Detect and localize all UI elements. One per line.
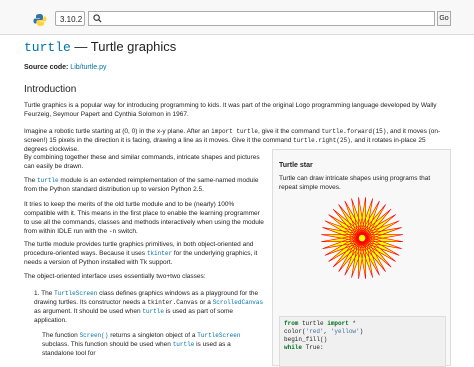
sidebar-text: Turtle can draw intricate shapes using p… xyxy=(279,175,431,191)
text: The xyxy=(24,177,38,184)
text: returns a singleton object of a xyxy=(108,332,198,339)
sidebar-title: Turtle star xyxy=(279,162,313,169)
turtlescreen-link[interactable]: TurtleScreen xyxy=(54,290,97,297)
turtle-star-image xyxy=(321,197,404,279)
python-logo-icon[interactable] xyxy=(33,13,47,27)
text: The function xyxy=(42,332,80,339)
paragraph-reimplementation: The turtle module is an extended reimple… xyxy=(24,176,264,194)
search-input[interactable] xyxy=(88,11,435,26)
turtle-star-sidebar: Turtle star Turtle can draw intricate sh… xyxy=(272,149,451,367)
paragraph-oo-interface: The object-oriented interface uses essen… xyxy=(24,273,206,280)
code-text: color( xyxy=(284,328,306,335)
inline-code: import turtle xyxy=(211,128,258,135)
code-string: 'yellow' xyxy=(330,328,360,335)
scrolledcanvas-link[interactable]: ScrolledCanvas xyxy=(213,299,263,306)
screen-function-link[interactable]: Screen() xyxy=(80,332,109,339)
code-keyword: while xyxy=(284,344,303,351)
turtle-module-link[interactable]: turtle xyxy=(37,177,59,184)
paragraph-combining: By combining together these and similar … xyxy=(24,154,260,170)
text: switch. xyxy=(116,228,138,235)
code-text: turtle xyxy=(298,320,328,327)
title-text: — Turtle graphics xyxy=(70,39,177,54)
text: , give it the command xyxy=(257,128,322,135)
title-module-name: turtle xyxy=(24,40,71,55)
turtlescreen-link[interactable]: TurtleScreen xyxy=(197,332,240,339)
code-text: ) xyxy=(359,328,364,335)
text: The xyxy=(41,290,55,297)
source-code-link[interactable]: Lib/turtle.py xyxy=(70,64,106,71)
inline-code: turtle.right(25) xyxy=(293,137,351,144)
star-path xyxy=(321,197,404,279)
inline-code: tkinter.Canvas xyxy=(147,299,198,306)
list-item-number: 1. xyxy=(34,290,40,297)
code-block: from turtle import * color('red', 'yello… xyxy=(279,316,446,367)
version-select[interactable]: 3.10.2 xyxy=(55,11,85,26)
text: It tries to keep the merits of the old t… xyxy=(24,201,264,235)
inline-code: turtle.forward(15) xyxy=(321,128,387,135)
source-code-line: Source code: Lib/turtle.py xyxy=(24,63,106,72)
source-code-label: Source code: xyxy=(24,64,71,71)
text: subclass. This function should be used w… xyxy=(42,341,173,348)
text: module is an extended reimplementation o… xyxy=(24,177,259,193)
tkinter-link[interactable]: tkinter xyxy=(147,250,172,257)
text: or a xyxy=(197,299,213,306)
section-heading-introduction: Introduction xyxy=(24,84,77,95)
code-keyword: from xyxy=(284,320,299,327)
paragraph-intro: Turtle graphics is a popular way for int… xyxy=(24,102,437,118)
code-text: True: xyxy=(302,344,324,351)
top-toolbar: 3.10.2 Go xyxy=(0,0,474,35)
turtle-link[interactable]: turtle xyxy=(173,341,195,348)
code-text: begin_fill() xyxy=(284,336,328,343)
page-title: turtle — Turtle graphics xyxy=(24,39,176,56)
text: Imagine a robotic turtle starting at (0,… xyxy=(24,128,212,135)
search-icon xyxy=(93,14,102,23)
turtle-link[interactable]: turtle xyxy=(142,308,164,315)
go-button[interactable]: Go xyxy=(437,11,451,26)
paragraph-screen-function: The function Screen() returns a singleto… xyxy=(42,331,264,358)
text: as argument. It should be used when xyxy=(34,308,143,315)
code-text: * xyxy=(348,320,357,327)
paragraph-compatibility: It tries to keep the merits of the old t… xyxy=(24,200,264,236)
code-keyword: import xyxy=(327,320,349,327)
paragraph-primitives: The turtle module provides turtle graphi… xyxy=(24,240,264,267)
code-text: , xyxy=(323,328,331,335)
version-label: 3.10.2 xyxy=(60,15,83,24)
list-item: 1. The TurtleScreen class defines graphi… xyxy=(34,289,264,325)
code-string: 'red' xyxy=(305,328,324,335)
